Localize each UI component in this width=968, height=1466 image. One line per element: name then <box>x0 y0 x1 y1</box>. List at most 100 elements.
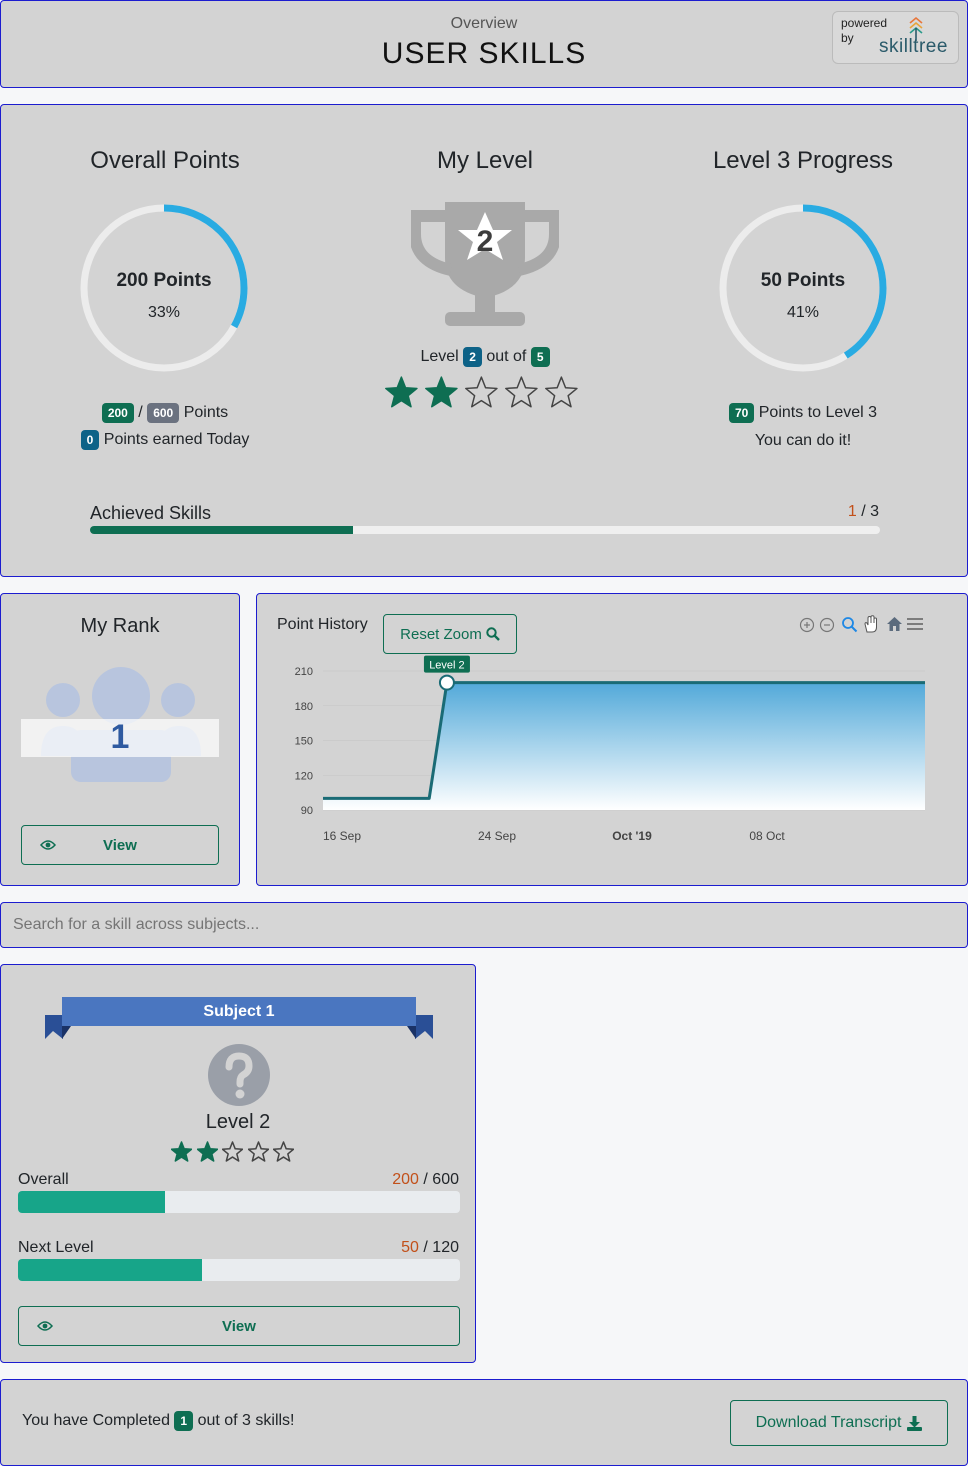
completion-prefix: You have Completed <box>22 1412 170 1430</box>
question-mark-icon <box>208 1044 270 1106</box>
download-transcript-button[interactable]: Download Transcript <box>730 1400 948 1446</box>
max-level-badge: 5 <box>530 347 550 367</box>
remaining-points-badge: 70 <box>728 403 755 423</box>
y-tick-label: 150 <box>295 736 313 748</box>
achieved-skills-bar <box>90 526 880 534</box>
star-empty-icon <box>545 376 578 408</box>
x-tick-label: 16 Sep <box>323 829 361 843</box>
point-history-chart[interactable]: 210 180 150 120 90 Level 2 16 Sep 24 Sep Oct '1… <box>257 654 967 854</box>
subject-next-label: Next Level <box>18 1239 94 1256</box>
y-tick-label: 180 <box>295 701 313 713</box>
earned-points-badge: 200 <box>101 403 134 423</box>
overall-points-percent: 33% <box>147 304 181 321</box>
download-icon <box>907 1415 923 1431</box>
completion-suffix: out of 3 skills! <box>197 1412 295 1430</box>
y-tick-label: 90 <box>301 805 313 817</box>
level-progress-value: 50 Points <box>760 270 846 291</box>
trophy-level-number: 2 <box>476 225 494 258</box>
points-to-next-level: 70 Points to Level 3 <box>683 403 923 423</box>
star-filled-icon <box>385 376 418 408</box>
remaining-points-label: Points to Level 3 <box>758 404 878 422</box>
subject-next-fill <box>18 1259 203 1281</box>
search-icon <box>486 627 500 641</box>
subject-level-label: Level 2 <box>205 1111 271 1133</box>
subject-overall-earned: 200 <box>392 1171 419 1188</box>
subject-view-label: View <box>222 1317 256 1335</box>
download-transcript-label: Download Transcript <box>755 1414 902 1431</box>
menu-icon[interactable] <box>906 617 924 631</box>
level-word: Level <box>420 348 459 366</box>
rank-view-button[interactable]: View <box>21 825 219 865</box>
level-stars <box>385 376 585 412</box>
summary-card: Overall Points 200 Points 33% 200 / 600 … <box>0 104 968 577</box>
today-points-badge: 0 <box>80 430 100 450</box>
skill-search-input[interactable] <box>1 903 967 947</box>
achieved-skills-done: 1 <box>847 503 857 520</box>
achieved-skills-label: Achieved Skills <box>90 503 212 523</box>
powered-by-badge[interactable]: powered by skilltree <box>832 11 959 64</box>
eye-icon <box>40 840 56 850</box>
my-level-heading: My Level <box>436 147 534 174</box>
header-card: Overview USER SKILLS powered by skilltre… <box>0 0 968 88</box>
y-tick-label: 120 <box>295 770 313 782</box>
encouragement-text: You can do it! <box>754 432 852 449</box>
completion-footer: You have Completed 1 out of 3 skills! Do… <box>0 1379 968 1466</box>
y-tick-label: 210 <box>295 666 313 678</box>
star-empty-icon <box>505 376 538 408</box>
page-subtitle: Overview <box>450 15 518 32</box>
subject-next-count: 50 / 120 <box>401 1239 459 1257</box>
reset-zoom-button[interactable]: Reset Zoom <box>383 614 517 654</box>
level-progress-heading: Level 3 Progress <box>712 147 894 174</box>
reset-zoom-label: Reset Zoom <box>400 625 482 643</box>
my-rank-heading: My Rank <box>80 615 160 637</box>
powered-by-text-2: by <box>841 31 854 45</box>
zoom-select-icon[interactable] <box>841 616 858 633</box>
today-points-label: Points earned Today <box>103 431 250 449</box>
star-filled-icon <box>171 1141 192 1162</box>
subject-ribbon-title: Subject 1 <box>203 1003 275 1020</box>
completion-count-badge: 1 <box>174 1411 194 1431</box>
subject-overall-fill <box>18 1191 166 1213</box>
x-tick-label: 24 Sep <box>478 829 516 843</box>
subject-overall-total: / 600 <box>423 1171 459 1188</box>
x-tick-label: Oct '19 <box>612 829 652 843</box>
subject-overall-bar <box>18 1191 460 1213</box>
points-word: Points <box>183 404 229 422</box>
rank-view-label: View <box>103 836 137 854</box>
total-points-badge: 600 <box>147 403 180 423</box>
level-annotation-label: Level 2 <box>429 660 464 672</box>
eye-icon <box>37 1321 53 1331</box>
star-empty-icon <box>247 1141 269 1162</box>
x-tick-label: 08 Oct <box>749 829 785 843</box>
powered-by-text: powered <box>841 16 888 30</box>
subject-overall-count: 200 / 600 <box>392 1171 459 1189</box>
home-icon[interactable] <box>886 616 903 632</box>
points-today: 0 Points earned Today <box>45 430 285 450</box>
overall-points-heading: Overall Points <box>90 147 240 174</box>
level-marker-point[interactable] <box>438 674 455 691</box>
achieved-skills-count: 1 / 3 <box>848 503 879 521</box>
level-summary: Level 2 out of 5 <box>365 347 605 367</box>
page-title: USER SKILLS <box>381 37 587 70</box>
current-level-badge: 2 <box>463 347 482 367</box>
star-empty-icon <box>465 376 498 408</box>
skilltree-brand: skilltree <box>879 36 948 57</box>
point-history-title: Point History <box>277 616 368 633</box>
point-history-card: Point History Reset Zoom 210 180 150 120 90 … <box>256 593 968 886</box>
zoom-in-icon[interactable] <box>799 617 815 633</box>
zoom-out-icon[interactable] <box>819 617 835 633</box>
subject-next-earned: 50 <box>401 1239 419 1256</box>
trophy-icon <box>411 202 559 326</box>
star-filled-icon <box>425 376 458 408</box>
subject-card[interactable]: Subject 1 Level 2 Overall 200 / 600 Next… <box>0 964 476 1363</box>
subject-view-button[interactable]: View <box>18 1306 460 1346</box>
skill-search-card <box>0 902 968 948</box>
subject-overall-label: Overall <box>18 1171 69 1188</box>
my-rank-card: My Rank 1 View <box>0 593 240 886</box>
star-empty-icon <box>222 1141 244 1162</box>
pan-hand-icon[interactable] <box>863 615 879 633</box>
star-filled-icon <box>196 1141 218 1162</box>
overall-points-value: 200 Points <box>116 270 212 291</box>
level-progress-percent: 41% <box>786 304 820 321</box>
subject-next-total: / 120 <box>423 1239 459 1256</box>
